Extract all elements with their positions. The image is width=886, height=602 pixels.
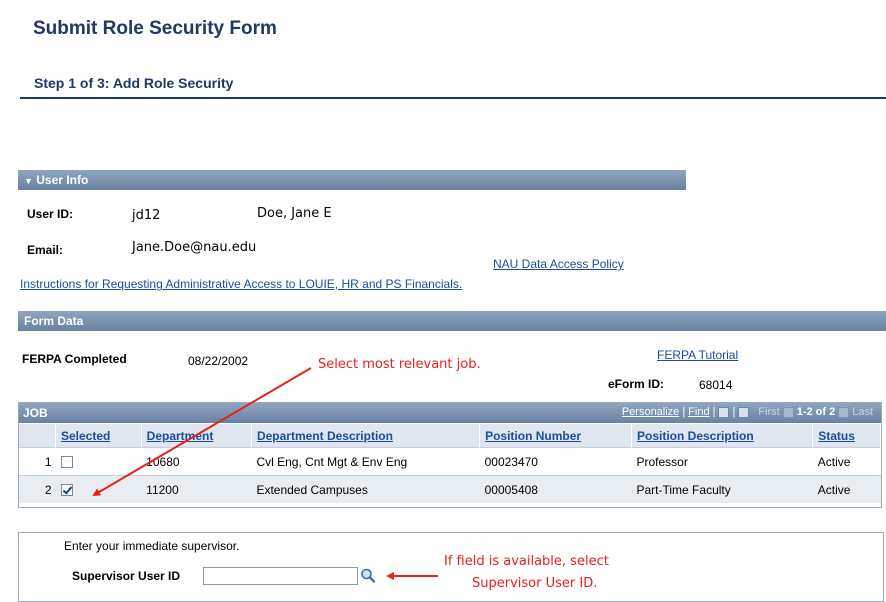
supervisor-user-id-input[interactable] bbox=[203, 567, 358, 585]
job-grid: JOB Personalize | Find | | First 1-2 of … bbox=[18, 402, 882, 508]
ferpa-date-value: 08/22/2002 bbox=[188, 354, 249, 368]
row-number: 1 bbox=[19, 447, 56, 476]
previous-arrow-icon[interactable] bbox=[782, 406, 794, 418]
grid-navigation: Personalize | Find | | First 1-2 of 2 La… bbox=[622, 406, 873, 418]
eform-id-value: 68014 bbox=[699, 378, 733, 392]
position-number-cell: 00023470 bbox=[479, 447, 632, 476]
user-id-label: User ID: bbox=[27, 207, 74, 221]
department-description-cell: Extended Campuses bbox=[251, 475, 480, 503]
row-number: 2 bbox=[19, 475, 56, 503]
job-grid-header: JOB Personalize | Find | | First 1-2 of … bbox=[19, 403, 881, 423]
email-label: Email: bbox=[27, 243, 64, 257]
col-department-description[interactable]: Department Description bbox=[251, 424, 481, 448]
user-info-section-header[interactable]: ▼ User Info bbox=[18, 170, 686, 190]
step-divider bbox=[20, 97, 886, 99]
col-position-description[interactable]: Position Description bbox=[631, 424, 814, 448]
job-grid-title: JOB bbox=[23, 406, 48, 420]
email-value: Jane.Doe@nau.edu bbox=[132, 240, 257, 255]
position-description-cell: Part-Time Faculty bbox=[631, 475, 813, 503]
table-row: 1 10680 Cvl Eng, Cnt Mgt & Env Eng 00023… bbox=[19, 447, 881, 476]
separator: | bbox=[712, 406, 716, 418]
step-title: Step 1 of 3: Add Role Security bbox=[34, 75, 234, 91]
job-table-header-row: Selected Department Department Descripti… bbox=[19, 424, 881, 448]
row-number-header bbox=[19, 424, 56, 448]
selected-cell bbox=[55, 475, 142, 503]
selected-checkbox[interactable] bbox=[60, 484, 73, 496]
separator: | bbox=[732, 406, 736, 418]
job-table: Selected Department Department Descripti… bbox=[19, 424, 881, 503]
position-number-cell: 00005408 bbox=[479, 475, 632, 503]
find-link[interactable]: Find bbox=[688, 406, 709, 418]
select-job-annotation: Select most relevant job. bbox=[318, 357, 481, 372]
selected-checkbox[interactable] bbox=[60, 456, 73, 468]
view-all-icon[interactable] bbox=[718, 406, 730, 418]
data-access-policy-link[interactable]: NAU Data Access Policy bbox=[493, 257, 624, 271]
first-link[interactable]: First bbox=[758, 406, 779, 418]
table-row: 2 11200 Extended Campuses 00005408 Part-… bbox=[19, 475, 881, 503]
col-selected[interactable]: Selected bbox=[55, 424, 142, 448]
position-description-cell: Professor bbox=[631, 447, 813, 476]
ferpa-tutorial-link[interactable]: FERPA Tutorial bbox=[657, 348, 738, 362]
user-id-value: jd12 bbox=[132, 208, 161, 223]
user-info-section-label: User Info bbox=[36, 173, 89, 187]
ferpa-completed-label: FERPA Completed bbox=[22, 352, 127, 366]
supervisor-user-id-label: Supervisor User ID bbox=[72, 569, 181, 583]
col-position-number[interactable]: Position Number bbox=[479, 424, 632, 448]
col-status[interactable]: Status bbox=[812, 424, 881, 448]
selected-cell bbox=[55, 447, 142, 476]
lookup-magnifier-icon[interactable] bbox=[360, 567, 376, 585]
supervisor-annotation-line2: Supervisor User ID. bbox=[472, 576, 598, 591]
eform-id-label: eForm ID: bbox=[608, 377, 665, 391]
user-name-value: Doe, Jane E bbox=[257, 206, 332, 221]
department-cell: 10680 bbox=[141, 447, 252, 476]
form-data-section-header: Form Data bbox=[18, 311, 886, 331]
col-department[interactable]: Department bbox=[141, 424, 252, 448]
row-range: 1-2 of 2 bbox=[796, 406, 836, 418]
instructions-link[interactable]: Instructions for Requesting Administrati… bbox=[20, 277, 462, 291]
separator: | bbox=[682, 406, 686, 418]
collapse-triangle-icon[interactable]: ▼ bbox=[24, 176, 33, 186]
status-cell: Active bbox=[812, 475, 881, 503]
department-cell: 11200 bbox=[141, 475, 252, 503]
page-title: Submit Role Security Form bbox=[33, 18, 277, 39]
next-arrow-icon[interactable] bbox=[838, 406, 850, 418]
download-grid-icon[interactable] bbox=[738, 406, 750, 418]
status-cell: Active bbox=[812, 447, 881, 476]
personalize-link[interactable]: Personalize bbox=[622, 406, 679, 418]
supervisor-annotation-line1: If field is available, select bbox=[444, 554, 609, 569]
supervisor-prompt: Enter your immediate supervisor. bbox=[64, 539, 240, 553]
last-link[interactable]: Last bbox=[852, 406, 873, 418]
department-description-cell: Cvl Eng, Cnt Mgt & Env Eng bbox=[251, 447, 480, 476]
